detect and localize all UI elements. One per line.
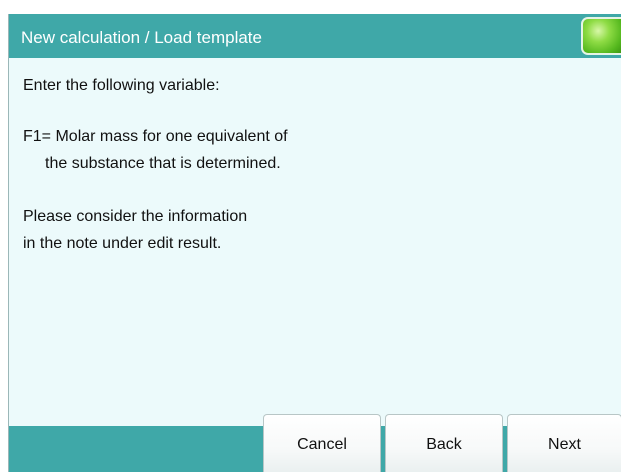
status-led-icon — [581, 17, 621, 55]
note-line: Please consider the information — [23, 208, 248, 225]
variable-line-continued: the substance that is determined. — [45, 155, 281, 172]
instruction-line: Enter the following variable: — [23, 77, 220, 94]
note-line-continued: in the note under edit result. — [23, 235, 222, 252]
next-button[interactable]: Next — [507, 414, 621, 472]
cancel-button[interactable]: Cancel — [263, 414, 381, 472]
title-bar: New calculation / Load template — [9, 14, 621, 58]
variable-line: F1= Molar mass for one equivalent of — [23, 128, 288, 145]
back-button[interactable]: Back — [385, 414, 503, 472]
window-title: New calculation / Load template — [21, 28, 262, 47]
dialog-window: New calculation / Load template Enter th… — [8, 14, 621, 472]
